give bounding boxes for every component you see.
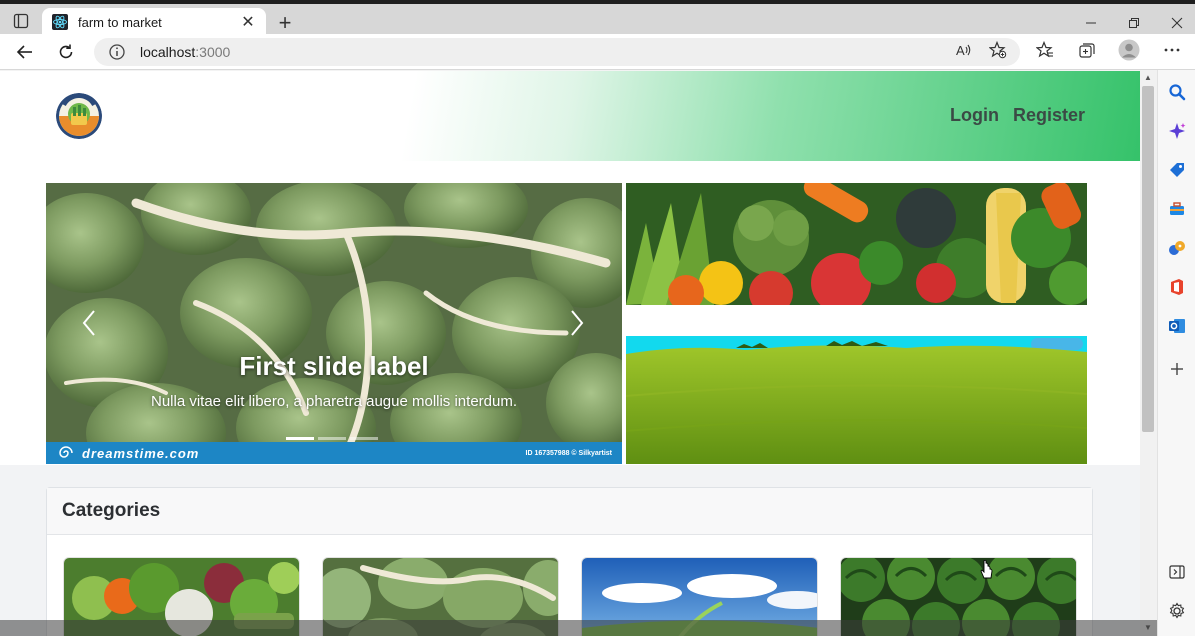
sidebar-add-button[interactable] <box>1167 359 1187 379</box>
carousel-prev-button[interactable] <box>74 303 104 343</box>
sidebar-shopping-button[interactable] <box>1167 160 1187 180</box>
profile-button[interactable] <box>1117 38 1141 62</box>
farm-to-market-logo-icon <box>56 93 102 139</box>
page-scrollbar[interactable]: ▲ ▼ <box>1140 70 1157 636</box>
edge-sidebar <box>1157 70 1195 636</box>
browser-tab-active[interactable]: farm to market ✕ <box>42 8 266 36</box>
login-link[interactable]: Login <box>950 105 999 126</box>
read-aloud-button[interactable]: A <box>952 38 976 62</box>
sidebar-tools-button[interactable] <box>1167 199 1187 219</box>
hero-carousel: First slide label Nulla vitae elit liber… <box>46 183 622 464</box>
tab-close-icon[interactable]: ✕ <box>240 14 256 31</box>
dreamstime-swirl-icon <box>59 446 73 458</box>
green-field-picture <box>626 336 1087 464</box>
settings-more-button[interactable] <box>1160 38 1184 62</box>
restore-icon <box>1129 18 1139 28</box>
scroll-thumb[interactable] <box>1142 86 1154 432</box>
carousel-caption-text: Nulla vitae elit libero, a pharetra augu… <box>150 393 518 410</box>
new-tab-button[interactable]: + <box>274 12 296 34</box>
categories-title: Categories <box>62 500 161 521</box>
url-port: :3000 <box>195 44 231 60</box>
favorites-icon <box>1036 41 1053 58</box>
url-host: localhost <box>140 44 196 60</box>
site-info-icon[interactable] <box>108 43 126 61</box>
address-bar[interactable]: localhost:3000 <box>94 38 1020 66</box>
tab-actions-button[interactable] <box>8 10 34 32</box>
radish-slide-image <box>46 183 622 464</box>
add-favorite-button[interactable] <box>986 38 1010 62</box>
carousel-caption-title: First slide label <box>239 351 429 381</box>
watermark-brand: dreamstime.com <box>82 445 200 461</box>
tab-bar: farm to market ✕ + <box>0 4 1195 36</box>
toolbox-icon <box>1170 202 1184 215</box>
carousel-indicator-1[interactable] <box>286 437 314 440</box>
profile-avatar-icon <box>1118 39 1140 61</box>
tab-actions-icon <box>13 13 29 29</box>
sidebar-office-button[interactable] <box>1167 277 1187 297</box>
close-icon <box>1171 17 1183 29</box>
bottom-overlay-strip <box>0 620 1157 636</box>
outlook-icon <box>1169 319 1185 333</box>
sidebar-search-button[interactable] <box>1167 82 1187 102</box>
svg-text:A: A <box>956 43 965 58</box>
back-arrow-icon <box>16 45 32 59</box>
gear-icon <box>1169 602 1185 619</box>
sidebar-hide-button[interactable] <box>1167 562 1187 582</box>
sidebar-outlook-button[interactable] <box>1167 316 1187 336</box>
office-icon <box>1171 279 1183 295</box>
watermark-id: ID 167357988 © Silkyartist <box>525 449 613 457</box>
tab-title: farm to market <box>78 14 162 30</box>
sidebar-settings-button[interactable] <box>1167 601 1187 621</box>
plus-icon <box>1171 363 1183 375</box>
sidebar-copilot-button[interactable] <box>1167 121 1187 141</box>
scroll-up-arrow-icon[interactable]: ▲ <box>1144 73 1152 82</box>
favorite-star-add-icon <box>989 41 1007 59</box>
shopping-tag-icon <box>1170 163 1184 177</box>
site-header: Login Register <box>0 71 1140 161</box>
chevron-left-icon <box>82 310 95 336</box>
hide-sidebar-icon <box>1169 565 1185 579</box>
page-viewport: Login Register First slide label Nulla v… <box>0 71 1140 636</box>
collections-icon <box>1079 43 1095 58</box>
search-icon <box>1169 84 1186 101</box>
vegetables-image <box>626 183 1087 305</box>
categories-section: Categories <box>46 487 1093 636</box>
url-text: localhost:3000 <box>140 44 230 60</box>
carousel-indicator-2[interactable] <box>318 437 346 440</box>
sidebar-games-button[interactable] <box>1167 238 1187 258</box>
react-favicon-icon <box>52 14 68 30</box>
carousel-indicators <box>286 437 378 440</box>
register-link[interactable]: Register <box>1013 105 1085 126</box>
games-icon <box>1169 241 1185 255</box>
sparkle-icon <box>1169 123 1186 139</box>
wheat-field-image <box>626 336 1087 464</box>
browser-toolbar: localhost:3000 A <box>0 34 1195 70</box>
stock-watermark-bar: dreamstime.com ID 167357988 © Silkyartis… <box>46 442 622 464</box>
back-button[interactable] <box>11 38 39 66</box>
site-logo[interactable] <box>56 93 102 139</box>
carousel-next-button[interactable] <box>562 303 592 343</box>
read-aloud-icon: A <box>956 43 971 58</box>
chevron-right-icon <box>571 310 584 336</box>
refresh-icon <box>59 44 73 59</box>
categories-header: Categories <box>47 488 1092 535</box>
mouse-cursor-icon <box>980 560 993 579</box>
header-nav: Login Register <box>950 105 1085 126</box>
more-dots-icon <box>1164 48 1180 52</box>
minimize-icon <box>1086 22 1096 24</box>
collections-button[interactable] <box>1075 38 1099 62</box>
refresh-button[interactable] <box>52 38 80 66</box>
favorites-button[interactable] <box>1033 38 1057 62</box>
vegetables-picture <box>626 183 1087 305</box>
carousel-indicator-3[interactable] <box>350 437 378 440</box>
